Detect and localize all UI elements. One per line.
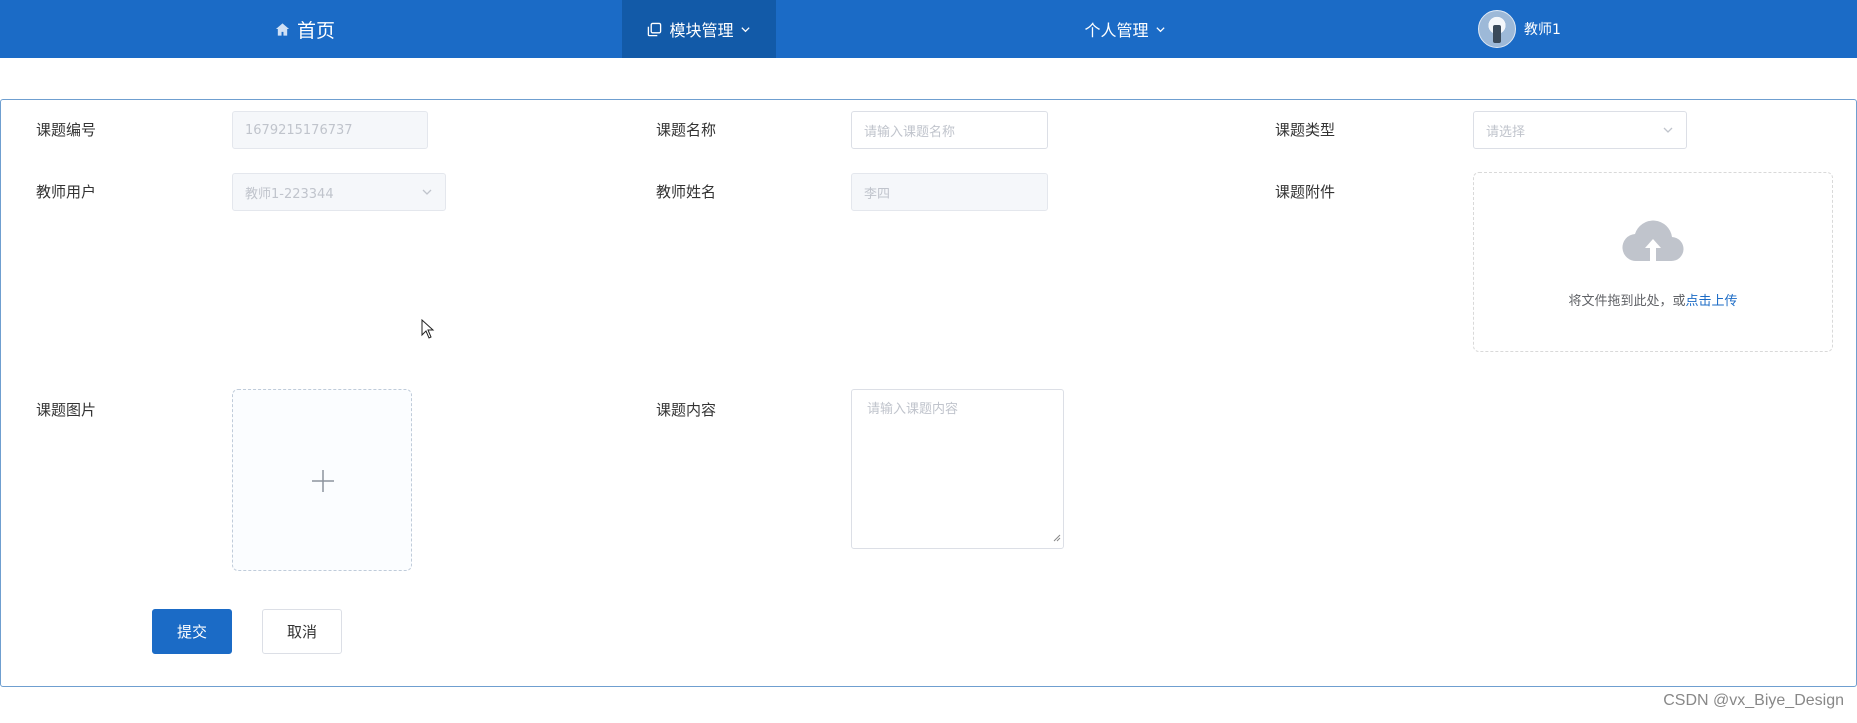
topic-type-select[interactable]: 请选择 (1473, 111, 1687, 149)
attachment-upload-dropzone[interactable]: 将文件拖到此处，或点击上传 (1473, 172, 1833, 352)
nav-module-management[interactable]: 模块管理 (622, 0, 776, 58)
picture-upload[interactable] (232, 389, 412, 571)
resize-handle-icon[interactable] (1053, 531, 1061, 546)
chevron-down-icon (740, 24, 751, 35)
topic-name-input[interactable]: 请输入课题名称 (851, 111, 1048, 149)
chevron-down-icon (1155, 24, 1166, 35)
nav-home[interactable]: 首页 (230, 0, 380, 58)
picture-label: 课题图片 (36, 401, 97, 419)
watermark: CSDN @vx_Biye_Design (1663, 692, 1844, 709)
top-nav: 首页 模块管理 个人管理 教师1 (0, 0, 1857, 58)
teacher-name-label: 教师姓名 (656, 183, 717, 201)
submit-button[interactable]: 提交 (152, 609, 232, 654)
topic-name-label: 课题名称 (656, 121, 717, 139)
topic-number-input[interactable]: 1679215176737 (232, 111, 428, 149)
attachment-label: 课题附件 (1275, 183, 1336, 201)
chevron-down-icon (421, 186, 433, 198)
teacher-user-value: 教师1-223344 (245, 186, 334, 202)
topic-number-label: 课题编号 (36, 121, 97, 139)
nav-home-label: 首页 (296, 19, 335, 42)
cancel-button[interactable]: 取消 (262, 609, 342, 654)
upload-hint-text: 将文件拖到此处，或 (1568, 294, 1686, 309)
home-icon (275, 22, 290, 37)
upload-click-link[interactable]: 点击上传 (1686, 294, 1738, 309)
cloud-upload-icon (1622, 217, 1684, 269)
teacher-name-input[interactable]: 李四 (851, 173, 1048, 211)
teacher-user-select[interactable]: 教师1-223344 (232, 173, 446, 211)
mouse-cursor-icon (421, 318, 435, 343)
topic-type-placeholder: 请选择 (1486, 124, 1526, 140)
nav-personal-label: 个人管理 (1084, 21, 1149, 40)
nav-personal-management[interactable]: 个人管理 (1040, 0, 1210, 58)
topic-name-placeholder: 请输入课题名称 (864, 124, 956, 140)
nav-user-name: 教师1 (1524, 22, 1561, 38)
nav-user-menu[interactable]: 教师1 (1478, 0, 1608, 58)
content-textarea[interactable]: 请输入课题内容 (851, 389, 1064, 549)
upload-hint: 将文件拖到此处，或点击上传 (1474, 290, 1832, 309)
copy-icon (647, 22, 662, 37)
chevron-down-icon (1662, 124, 1674, 136)
content-label: 课题内容 (656, 401, 717, 419)
avatar (1478, 10, 1516, 48)
nav-module-label: 模块管理 (669, 21, 734, 40)
content-placeholder: 请输入课题内容 (867, 402, 959, 417)
teacher-user-label: 教师用户 (36, 183, 97, 201)
teacher-name-value: 李四 (864, 186, 891, 202)
topic-type-label: 课题类型 (1275, 121, 1336, 139)
topic-form: 课题编号 1679215176737 课题名称 请输入课题名称 课题类型 请选择… (0, 99, 1857, 687)
plus-icon (311, 469, 335, 497)
topic-number-value: 1679215176737 (245, 122, 353, 138)
